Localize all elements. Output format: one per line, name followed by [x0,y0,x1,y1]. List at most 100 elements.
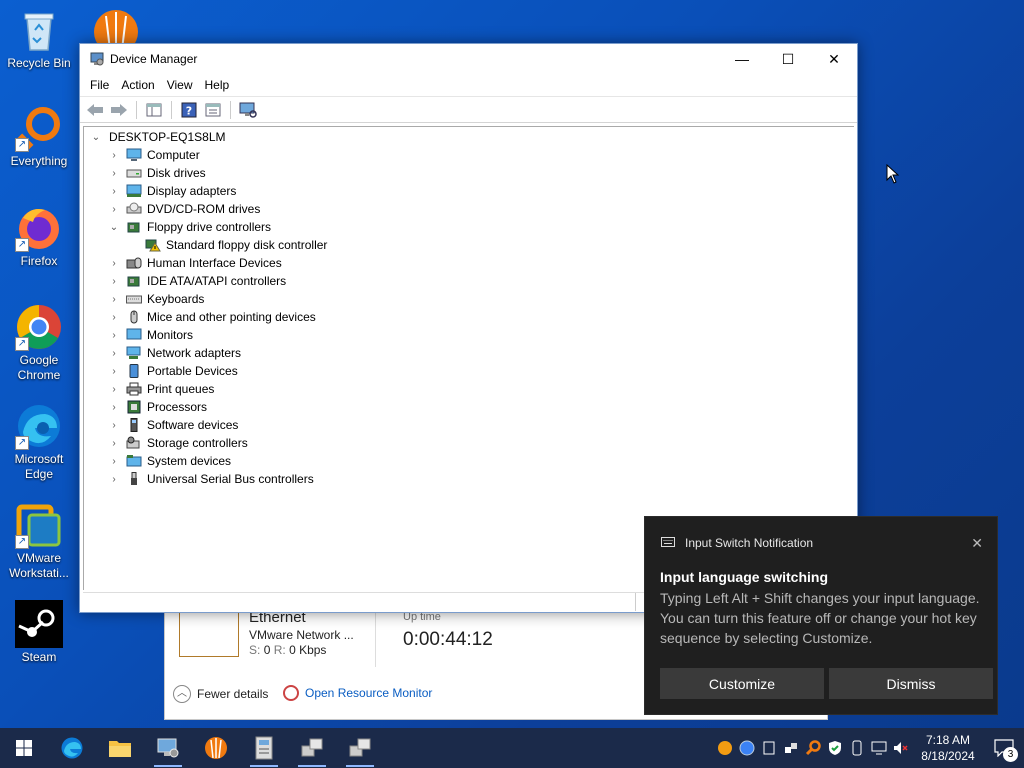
chevron-right-icon[interactable]: › [108,275,120,287]
tree-item-network-adapters[interactable]: › Network adapters [108,344,241,362]
tray-app-orb-icon[interactable] [714,728,736,768]
tree-item-ide-ata-atapi-controllers[interactable]: › IDE ATA/ATAPI controllers [108,272,286,290]
receive-label: R: [273,643,286,657]
desktop-icon-steam[interactable]: Steam [1,600,77,665]
close-button[interactable]: ✕ [811,44,857,74]
toast-header: Input Switch Notification [661,536,813,550]
tray-everything-search-icon[interactable] [802,728,824,768]
taskbar-app-orb[interactable] [192,728,240,768]
tree-item-computer[interactable]: › Computer [108,146,200,164]
chevron-right-icon[interactable]: › [108,311,120,323]
minimize-button[interactable]: — [719,44,765,74]
desktop-icon-chrome[interactable]: ↗ Google Chrome [1,303,77,383]
chevron-right-icon[interactable]: › [108,167,120,179]
tree-item-processors[interactable]: › Processors [108,398,207,416]
dismiss-button[interactable]: Dismiss [829,668,993,699]
printer-icon [126,382,142,396]
taskbar-file-explorer[interactable] [96,728,144,768]
menu-action[interactable]: Action [115,78,160,92]
tree-item-dvd-cd-rom-drives[interactable]: › DVD/CD-ROM drives [108,200,260,218]
notification-count-badge: 3 [1003,747,1018,762]
dvd-drive-icon [126,202,142,216]
chevron-right-icon[interactable]: › [108,419,120,431]
back-button[interactable] [84,99,106,121]
tray-clipboard-icon[interactable] [758,728,780,768]
tree-item-display-adapters[interactable]: › Display adapters [108,182,236,200]
taskbar-edge[interactable] [48,728,96,768]
tree-item-print-queues[interactable]: › Print queues [108,380,214,398]
tree-item-mice-and-other-pointing-devices[interactable]: › Mice and other pointing devices [108,308,316,326]
tree-item-floppy-drive-controllers[interactable]: ⌄ Floppy drive controllers [108,218,271,236]
customize-button[interactable]: Customize [660,668,824,699]
chevron-right-icon[interactable]: › [108,149,120,161]
chevron-right-icon[interactable]: › [108,365,120,377]
chevron-right-icon[interactable]: › [108,257,120,269]
menu-view[interactable]: View [161,78,199,92]
tree-item-system-devices[interactable]: › System devices [108,452,231,470]
tray-usb-device-icon[interactable] [846,728,868,768]
desktop-icon-edge[interactable]: ↗ Microsoft Edge [1,402,77,482]
tree-item-monitors[interactable]: › Monitors [108,326,193,344]
tree-item-keyboards[interactable]: › Keyboards [108,290,204,308]
taskbar-device-manager[interactable] [144,728,192,768]
desktop-icon-app-partial[interactable] [92,6,140,54]
tree-item-label: Standard floppy disk controller [166,238,328,252]
chevron-right-icon[interactable]: › [108,185,120,197]
maximize-button[interactable]: ☐ [765,44,811,74]
ethernet-graph-thumbnail[interactable] [179,611,239,657]
scan-hardware-button[interactable] [237,99,259,121]
clock[interactable]: 7:18 AM 8/18/2024 [912,732,984,764]
tray-display-icon[interactable] [868,728,890,768]
tree-item-software-devices[interactable]: › Software devices [108,416,238,434]
show-hide-console-tree-button[interactable] [143,99,165,121]
taskbar-app-window-1[interactable] [288,728,336,768]
title-bar[interactable]: Device Manager — ☐ ✕ [80,44,857,74]
tree-item-label: Computer [147,148,200,162]
chevron-right-icon[interactable]: › [108,203,120,215]
chevron-down-icon[interactable]: ⌄ [90,131,102,143]
taskbar-task-manager[interactable] [240,728,288,768]
tree-item-standard-floppy-disk-controller[interactable]: Standard floppy disk controller [145,236,327,254]
chevron-down-icon[interactable]: ⌄ [108,221,120,233]
chevron-right-icon[interactable]: › [108,401,120,413]
tree-root[interactable]: ⌄ DESKTOP-EQ1S8LM [90,128,226,146]
tree-item-storage-controllers[interactable]: › Storage controllers [108,434,247,452]
tree-item-human-interface-devices[interactable]: › Human Interface Devices [108,254,281,272]
menu-help[interactable]: Help [199,78,236,92]
desktop-icon-vmware[interactable]: ↗ VMware Workstati... [1,501,77,581]
help-button[interactable]: ? [178,99,200,121]
desktop-icon-recycle-bin[interactable]: Recycle Bin [1,6,77,71]
start-button[interactable] [0,728,48,768]
chevron-right-icon[interactable]: › [108,383,120,395]
tray-volume-muted-icon[interactable] [890,728,912,768]
forward-button[interactable] [108,99,130,121]
hid-icon [126,256,142,270]
vmware-icon: ↗ [15,501,63,549]
chevron-right-icon[interactable]: › [108,293,120,305]
chevron-right-icon[interactable]: › [108,437,120,449]
tray-security-shield-icon[interactable] [824,728,846,768]
software-device-icon [126,418,142,432]
notification-center-button[interactable]: 3 [984,728,1024,768]
tree-item-label: Mice and other pointing devices [147,310,316,324]
properties-button[interactable] [202,99,224,121]
tree-item-label: Software devices [147,418,239,432]
tree-item-disk-drives[interactable]: › Disk drives [108,164,205,182]
desktop-icon-everything[interactable]: ↗ Everything [1,104,77,169]
menu-file[interactable]: File [84,78,115,92]
toast-close-button[interactable]: ✕ [971,535,983,552]
tree-item-portable-devices[interactable]: › Portable Devices [108,362,238,380]
system-tray: 7:18 AM 8/18/2024 3 [714,728,1024,768]
taskbar-app-window-2[interactable] [336,728,384,768]
chevron-right-icon[interactable]: › [108,455,120,467]
edge-icon: ↗ [15,402,63,450]
tray-globe-icon[interactable] [736,728,758,768]
chevron-right-icon[interactable]: › [108,347,120,359]
tray-network-share-icon[interactable] [780,728,802,768]
chevron-right-icon[interactable]: › [108,329,120,341]
chevron-right-icon[interactable]: › [108,473,120,485]
desktop-icon-firefox[interactable]: ↗ Firefox [1,204,77,269]
tree-item-universal-serial-bus-controllers[interactable]: › Universal Serial Bus controllers [108,470,314,488]
fewer-details-button[interactable]: ︿ Fewer details [173,685,268,703]
open-resource-monitor-link[interactable]: Open Resource Monitor [283,685,432,701]
